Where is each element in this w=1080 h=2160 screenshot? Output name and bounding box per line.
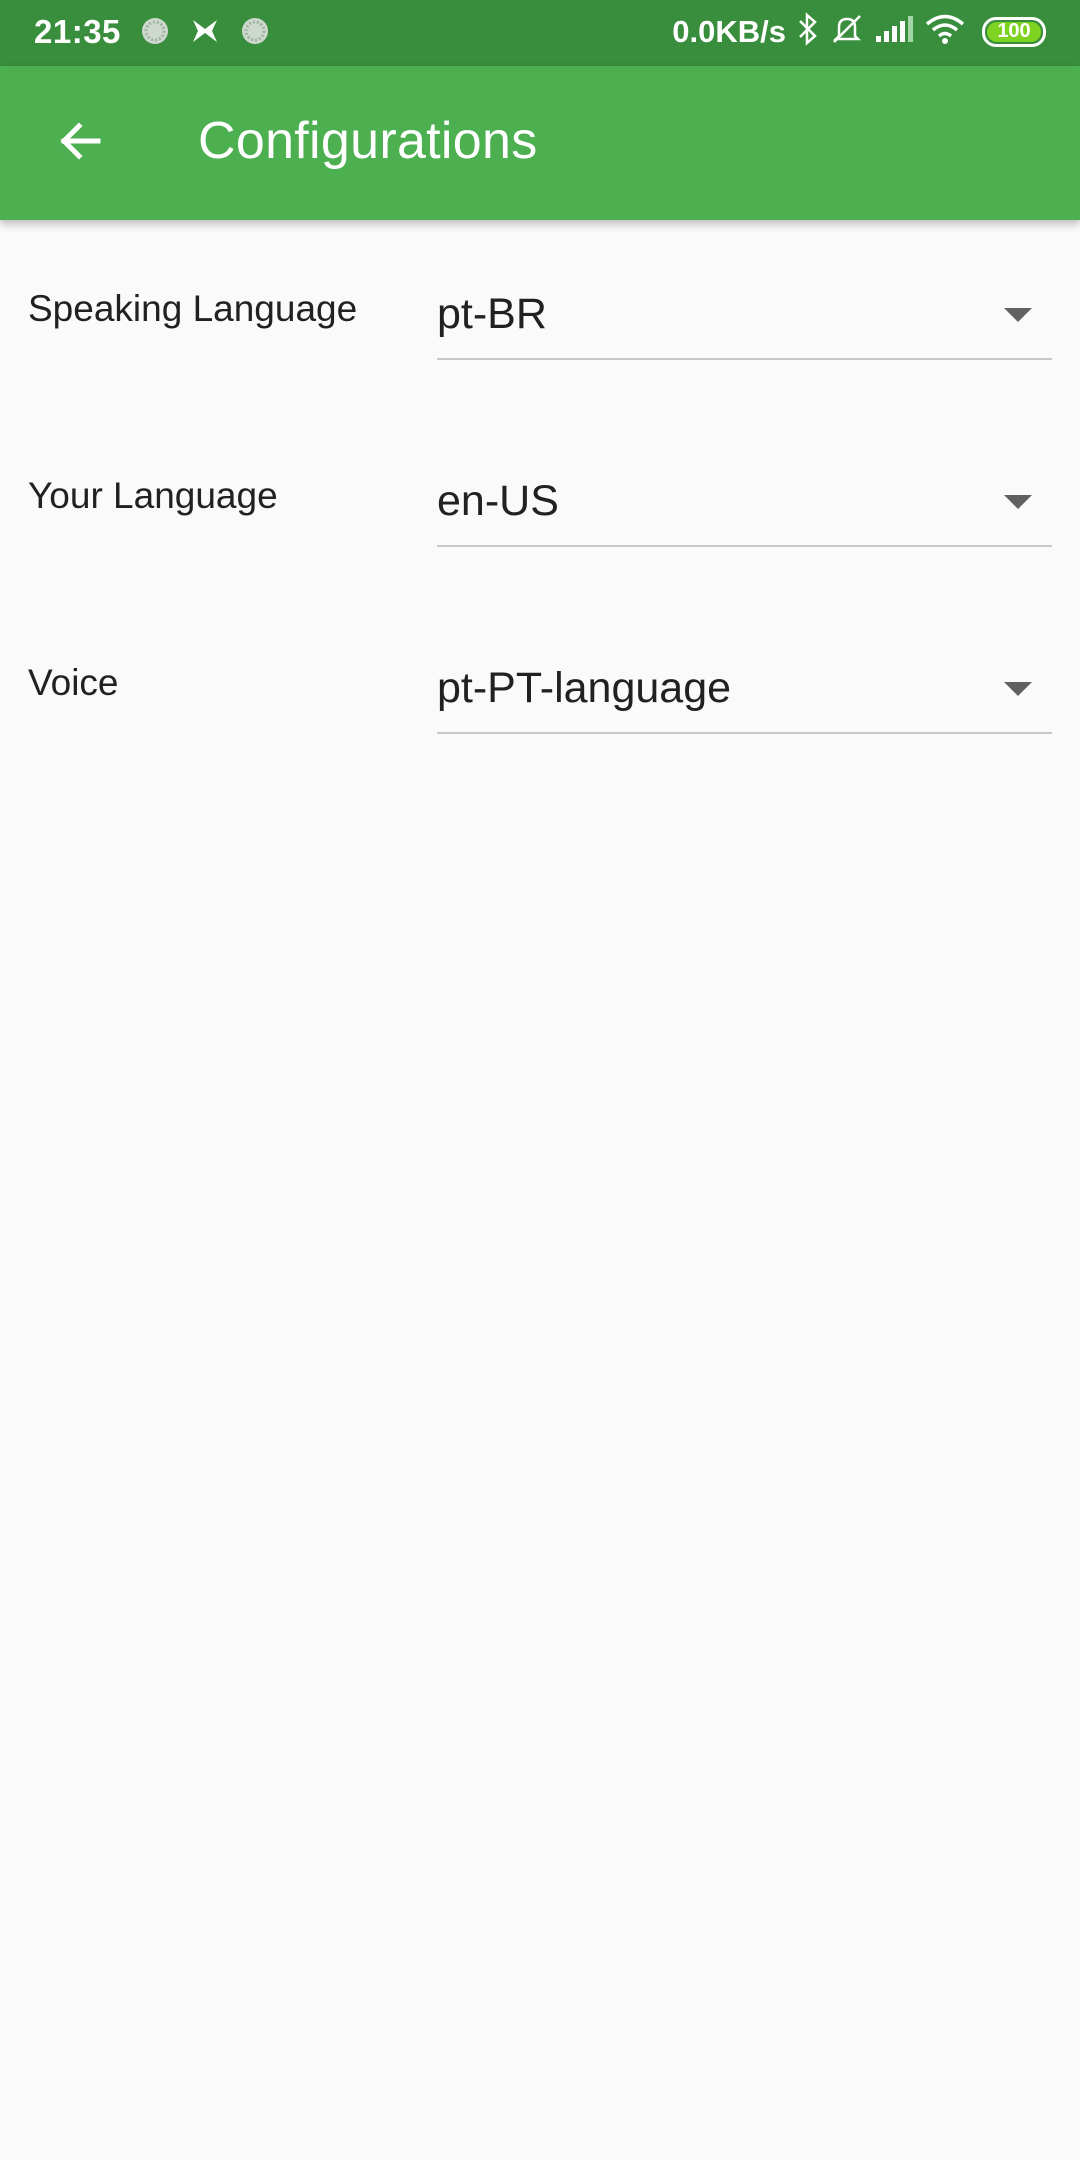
your-language-dropdown[interactable]: en-US	[437, 455, 1052, 547]
butterfly-icon	[190, 16, 220, 51]
notification-icons	[140, 16, 270, 51]
setting-row-your-language: Your Language en-US	[0, 455, 1080, 575]
setting-label: Speaking Language	[28, 288, 358, 329]
voice-dropdown[interactable]: pt-PT-language	[437, 642, 1052, 734]
caret-down-icon	[1004, 495, 1032, 509]
setting-row-speaking-language: Speaking Language pt-BR	[0, 268, 1080, 388]
wifi-icon	[924, 13, 966, 50]
app-bar: Configurations	[0, 66, 1080, 220]
status-time: 21:35	[34, 13, 121, 50]
app-notification-icon	[140, 16, 170, 51]
caret-down-icon	[1004, 308, 1032, 322]
setting-label: Voice	[28, 662, 119, 703]
battery-level: 100	[997, 20, 1031, 42]
page-title: Configurations	[198, 112, 538, 170]
bluetooth-icon	[796, 12, 820, 51]
setting-label: Your Language	[28, 475, 278, 516]
back-button[interactable]	[40, 103, 120, 183]
dropdown-value: pt-BR	[437, 290, 547, 338]
silent-mode-icon	[830, 12, 864, 51]
network-speed: 0.0KB/s	[672, 13, 786, 49]
caret-down-icon	[1004, 682, 1032, 696]
battery-icon: 100	[982, 16, 1046, 47]
arrow-back-icon	[55, 116, 105, 171]
status-right: 0.0KB/s 100	[672, 12, 1046, 51]
signal-icon	[874, 14, 914, 49]
dropdown-value: pt-PT-language	[437, 664, 732, 712]
speaking-language-dropdown[interactable]: pt-BR	[437, 268, 1052, 360]
dropdown-value: en-US	[437, 477, 559, 525]
setting-row-voice: Voice pt-PT-language	[0, 642, 1080, 762]
app-notification-icon	[240, 16, 270, 51]
status-bar: 21:35 0.0KB/s 100	[0, 0, 1080, 66]
